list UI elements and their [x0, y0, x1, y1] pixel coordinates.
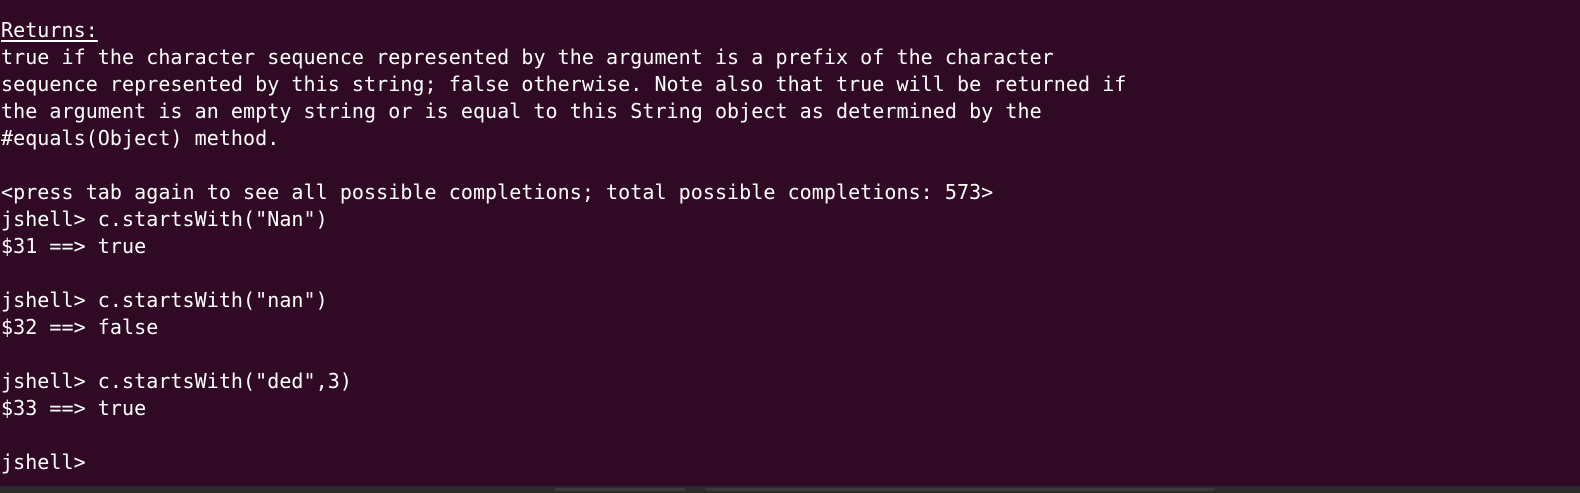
terminal-output: Returns: true if the character sequence …	[1, 17, 1126, 476]
window-bottom-edge	[0, 486, 1580, 493]
result-line: $31 ==> true	[1, 234, 147, 258]
command-line: jshell> c.startsWith("nan")	[1, 288, 328, 312]
doc-line: sequence represented by this string; fal…	[1, 72, 1127, 96]
bottom-edge-segment	[705, 488, 1215, 491]
result-line: $33 ==> true	[1, 396, 147, 420]
terminal-window[interactable]: Returns: true if the character sequence …	[0, 0, 1580, 486]
doc-line: true if the character sequence represent…	[1, 45, 1054, 69]
doc-line: the argument is an empty string or is eq…	[1, 99, 1042, 123]
command-line: jshell> c.startsWith("Nan")	[1, 207, 328, 231]
command-line: jshell> c.startsWith("ded",3)	[1, 369, 352, 393]
completion-hint: <press tab again to see all possible com…	[1, 180, 994, 204]
returns-heading: Returns:	[1, 18, 98, 42]
doc-line: #equals(Object) method.	[1, 126, 280, 150]
bottom-edge-segment	[555, 488, 685, 491]
prompt-line[interactable]: jshell>	[1, 449, 1126, 476]
result-line: $32 ==> false	[1, 315, 159, 339]
